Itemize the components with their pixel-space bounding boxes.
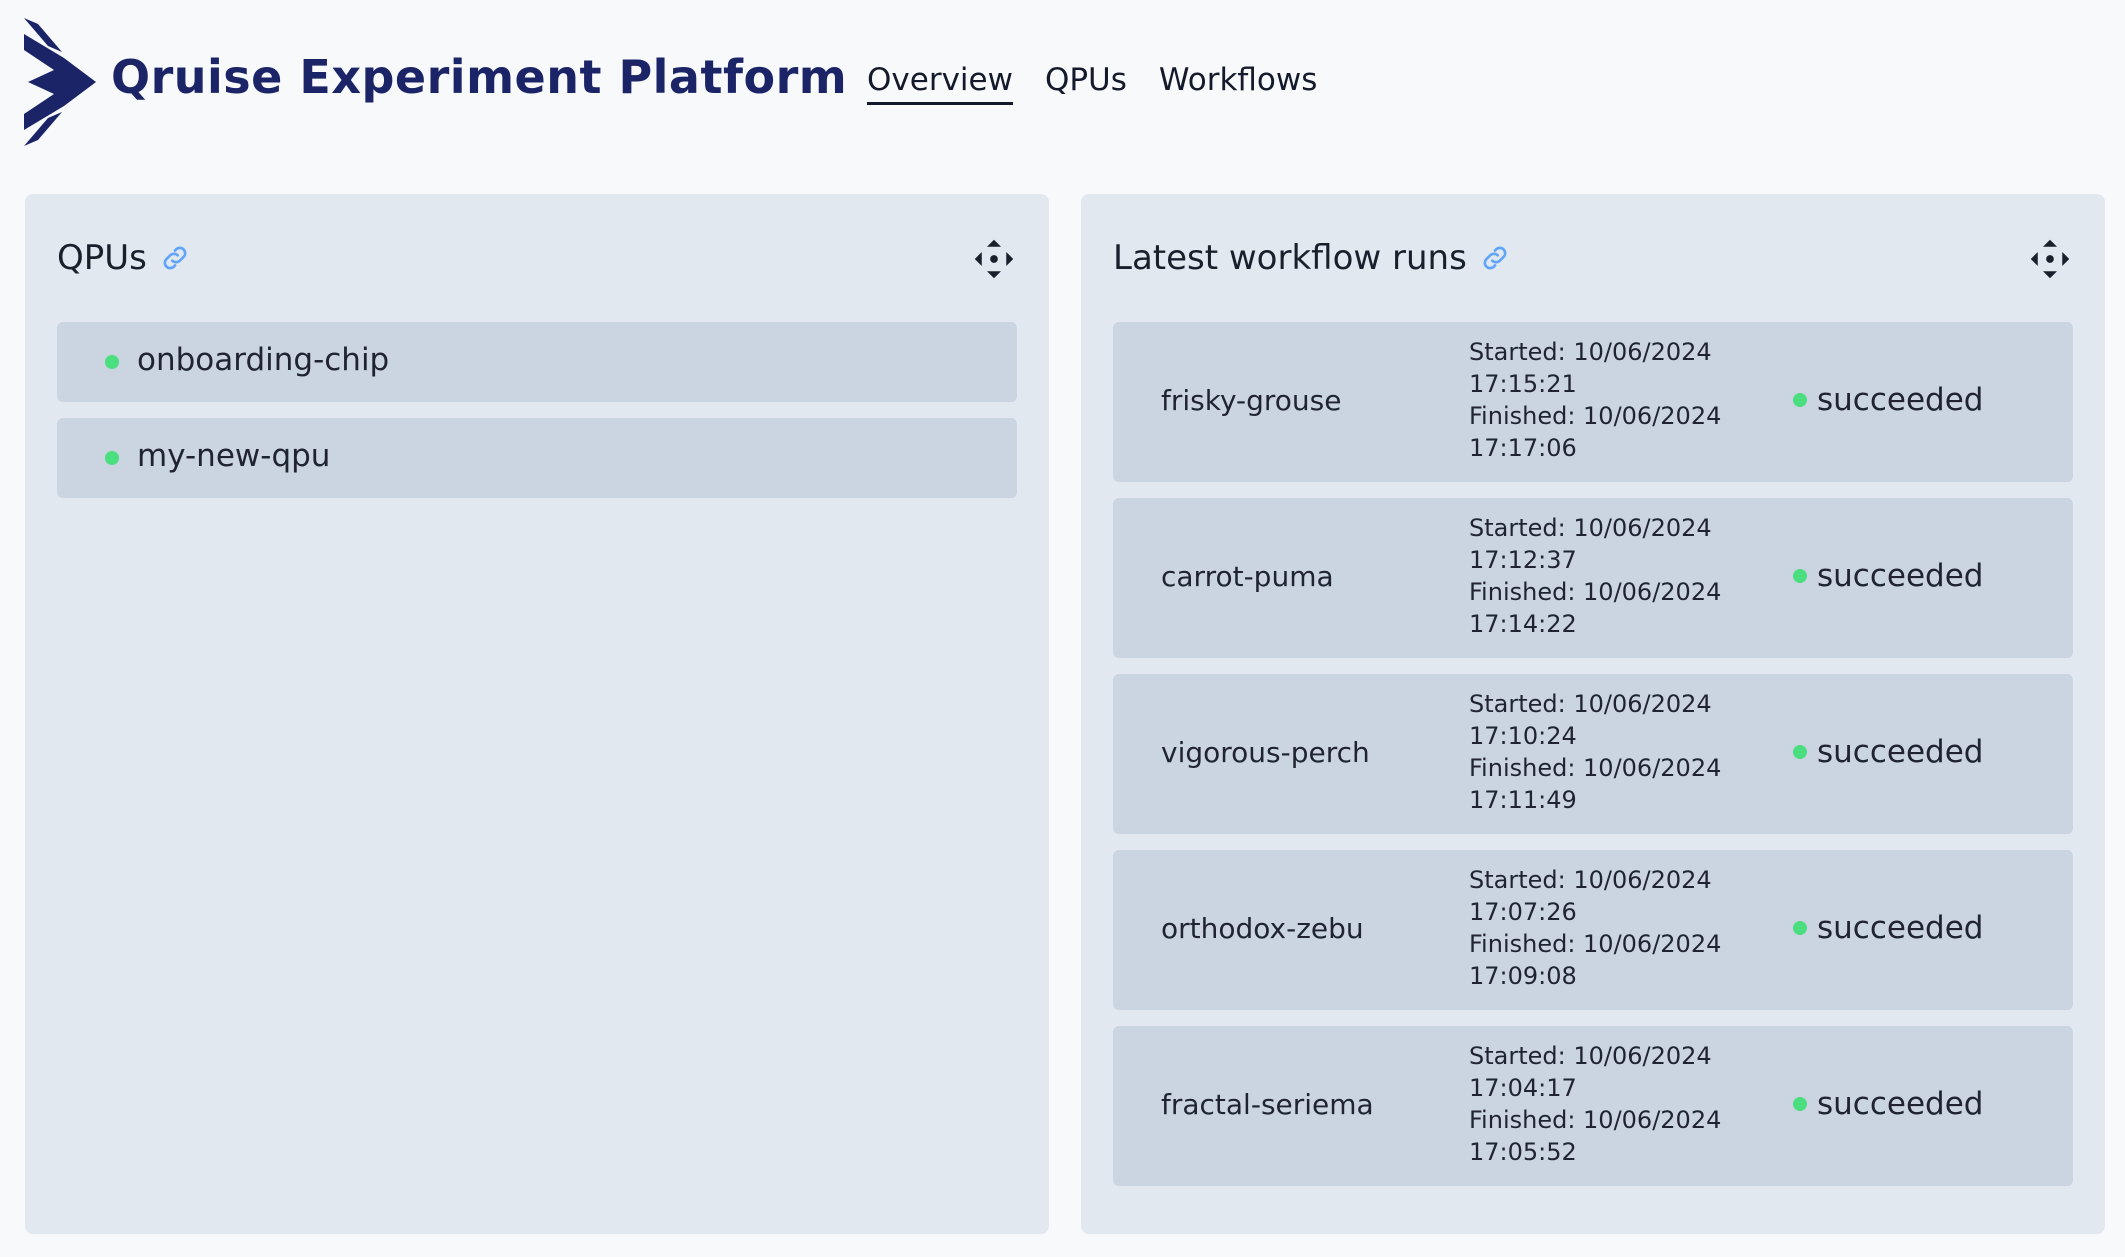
run-status: succeeded xyxy=(1793,558,1983,594)
status-dot xyxy=(105,355,119,369)
status-dot xyxy=(1793,393,1807,407)
run-times: Started: 10/06/2024 17:10:24 Finished: 1… xyxy=(1469,688,1721,816)
run-status: succeeded xyxy=(1793,382,1983,418)
run-name: vigorous-perch xyxy=(1161,736,1370,769)
run-started-time: 17:12:37 xyxy=(1469,546,1577,574)
run-finished: Finished: 10/06/2024 xyxy=(1469,578,1722,606)
qpus-panel: QPUs onboarding-chip my-new-qpu xyxy=(25,194,1049,1234)
nav-overview[interactable]: Overview xyxy=(867,62,1013,105)
run-status: succeeded xyxy=(1793,1086,1983,1122)
status-text: succeeded xyxy=(1817,734,1984,770)
workflow-run-row[interactable]: carrot-puma Started: 10/06/2024 17:12:37… xyxy=(1113,498,2073,658)
qruise-logo-icon[interactable] xyxy=(24,18,96,146)
run-finished: Finished: 10/06/2024 xyxy=(1469,930,1722,958)
status-text: succeeded xyxy=(1817,910,1984,946)
run-status: succeeded xyxy=(1793,734,1983,770)
run-started: Started: 10/06/2024 xyxy=(1469,1042,1712,1070)
status-text: succeeded xyxy=(1817,382,1984,418)
run-started-time: 17:15:21 xyxy=(1469,370,1577,398)
run-finished: Finished: 10/06/2024 xyxy=(1469,1106,1722,1134)
run-name: fractal-seriema xyxy=(1161,1088,1374,1121)
run-finished-time: 17:11:49 xyxy=(1469,786,1577,814)
workflow-run-row[interactable]: orthodox-zebu Started: 10/06/2024 17:07:… xyxy=(1113,850,2073,1010)
run-name: orthodox-zebu xyxy=(1161,912,1364,945)
nav-workflows[interactable]: Workflows xyxy=(1159,62,1318,105)
status-dot xyxy=(1793,1097,1807,1111)
qpu-item[interactable]: onboarding-chip xyxy=(57,322,1017,402)
status-dot xyxy=(1793,569,1807,583)
run-times: Started: 10/06/2024 17:15:21 Finished: 1… xyxy=(1469,336,1721,464)
qpu-name: my-new-qpu xyxy=(137,438,331,474)
run-started: Started: 10/06/2024 xyxy=(1469,690,1712,718)
run-name: carrot-puma xyxy=(1161,560,1334,593)
qpus-panel-title: QPUs xyxy=(57,238,147,278)
run-started-time: 17:04:17 xyxy=(1469,1074,1577,1102)
workflow-run-row[interactable]: frisky-grouse Started: 10/06/2024 17:15:… xyxy=(1113,322,2073,482)
run-started: Started: 10/06/2024 xyxy=(1469,866,1712,894)
workflow-run-row[interactable]: vigorous-perch Started: 10/06/2024 17:10… xyxy=(1113,674,2073,834)
run-started-time: 17:07:26 xyxy=(1469,898,1577,926)
run-finished-time: 17:17:06 xyxy=(1469,434,1577,462)
qpu-item[interactable]: my-new-qpu xyxy=(57,418,1017,498)
status-dot xyxy=(105,451,119,465)
main-nav: Overview QPUs Workflows xyxy=(867,62,1317,105)
run-name: frisky-grouse xyxy=(1161,384,1342,417)
runs-panel-header: Latest workflow runs xyxy=(1113,238,1511,278)
workflow-runs-panel: Latest workflow runs frisky-grouse Start… xyxy=(1081,194,2105,1234)
link-icon[interactable] xyxy=(159,242,191,274)
move-icon[interactable] xyxy=(973,238,1015,280)
status-dot xyxy=(1793,745,1807,759)
workflow-run-row[interactable]: fractal-seriema Started: 10/06/2024 17:0… xyxy=(1113,1026,2073,1186)
qpus-panel-header: QPUs xyxy=(57,238,191,278)
run-status: succeeded xyxy=(1793,910,1983,946)
status-text: succeeded xyxy=(1817,1086,1984,1122)
run-finished-time: 17:14:22 xyxy=(1469,610,1577,638)
run-started: Started: 10/06/2024 xyxy=(1469,338,1712,366)
run-times: Started: 10/06/2024 17:04:17 Finished: 1… xyxy=(1469,1040,1721,1168)
runs-panel-title: Latest workflow runs xyxy=(1113,238,1467,278)
link-icon[interactable] xyxy=(1479,242,1511,274)
run-started: Started: 10/06/2024 xyxy=(1469,514,1712,542)
move-icon[interactable] xyxy=(2029,238,2071,280)
run-times: Started: 10/06/2024 17:07:26 Finished: 1… xyxy=(1469,864,1721,992)
run-started-time: 17:10:24 xyxy=(1469,722,1577,750)
status-dot xyxy=(1793,921,1807,935)
run-times: Started: 10/06/2024 17:12:37 Finished: 1… xyxy=(1469,512,1721,640)
qpu-name: onboarding-chip xyxy=(137,342,390,378)
run-finished-time: 17:05:52 xyxy=(1469,1138,1577,1166)
run-finished: Finished: 10/06/2024 xyxy=(1469,754,1722,782)
brand-title: Qruise Experiment Platform xyxy=(111,50,848,104)
run-finished-time: 17:09:08 xyxy=(1469,962,1577,990)
status-text: succeeded xyxy=(1817,558,1984,594)
nav-qpus[interactable]: QPUs xyxy=(1045,62,1127,105)
run-finished: Finished: 10/06/2024 xyxy=(1469,402,1722,430)
app-header: Qruise Experiment Platform Overview QPUs… xyxy=(0,0,2125,170)
